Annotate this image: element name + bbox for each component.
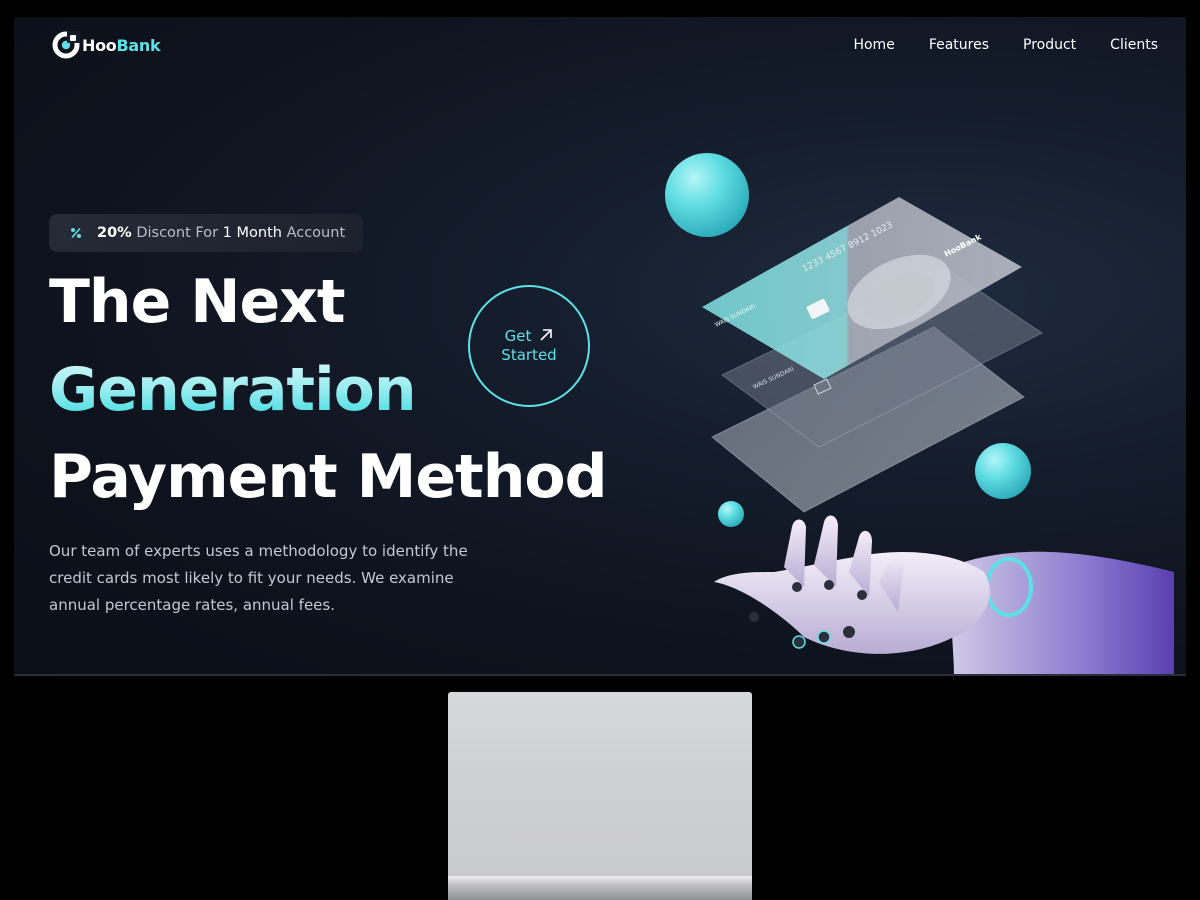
- arrow-up-right-icon: [539, 327, 553, 346]
- badge-percent: 20%: [97, 225, 132, 241]
- headline-line-1: The Next: [49, 267, 346, 337]
- logo[interactable]: HooBank: [52, 31, 161, 59]
- nav-product[interactable]: Product: [1023, 37, 1076, 53]
- badge-text-1: Discont For: [136, 225, 219, 241]
- discount-badge: 20% Discont For 1 Month Account: [49, 214, 363, 252]
- get-started-button[interactable]: Get Started: [468, 285, 590, 407]
- hero-description: Our team of experts uses a methodology t…: [49, 542, 468, 614]
- badge-text-2: Account: [286, 225, 346, 241]
- monitor-screen: HooBank Home Features Product Clients 20…: [14, 17, 1186, 676]
- headline-line-2: Generation: [49, 355, 417, 425]
- nav-home[interactable]: Home: [853, 37, 894, 53]
- get-started-label-1: Get: [504, 327, 532, 345]
- badge-months: 1 Month: [222, 225, 282, 241]
- nav-features[interactable]: Features: [929, 37, 989, 53]
- monitor-stand-base: [448, 876, 752, 900]
- logo-text: HooBank: [82, 35, 161, 55]
- main-nav: Home Features Product Clients: [853, 37, 1158, 53]
- nav-clients[interactable]: Clients: [1110, 37, 1158, 53]
- get-started-label-2: Started: [501, 346, 557, 364]
- discount-icon: [69, 226, 83, 240]
- headline-line-3: Payment Method: [49, 442, 608, 512]
- robot-hand-cards-illustration: WAIS SUNDARI 1233 4567 8912 1023 WAIS SU…: [654, 117, 1174, 676]
- hoobank-logo-icon: [52, 31, 80, 59]
- monitor-stand: [448, 692, 752, 900]
